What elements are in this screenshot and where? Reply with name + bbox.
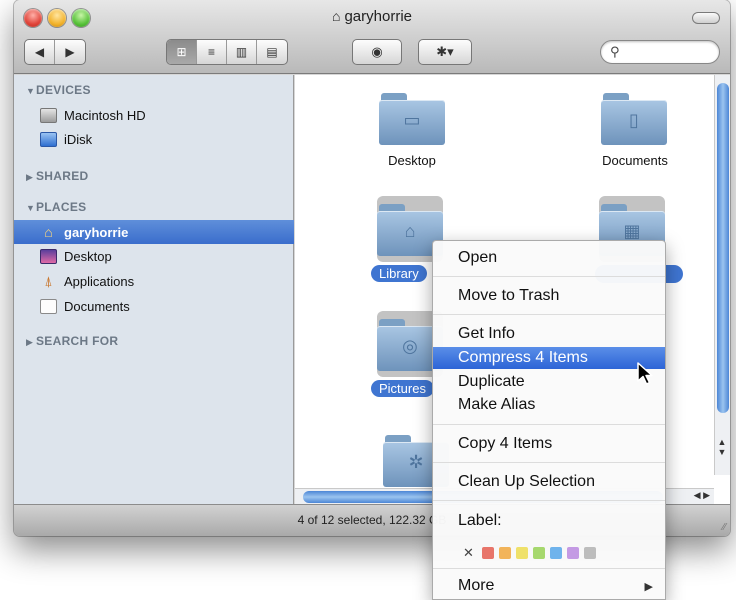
menu-item-open[interactable]: Open	[433, 247, 665, 269]
window-title: ⌂ garyhorrie	[14, 8, 730, 25]
title-bar[interactable]: ⌂ garyhorrie ◀ ▶ ⊞ ≡ ▥ ▤ ◉ ✱▾ ⚲	[14, 0, 730, 74]
context-menu: Open Move to Trash Get Info Compress 4 I…	[432, 240, 666, 600]
submenu-arrow-icon: ▶	[644, 580, 653, 593]
search-icon: ⚲	[610, 44, 620, 59]
menu-separator	[433, 568, 665, 569]
menu-label-heading: Label:	[458, 512, 502, 529]
quick-look-button[interactable]: ◉	[352, 39, 402, 65]
menu-item-clean-up-selection[interactable]: Clean Up Selection	[433, 471, 665, 493]
label-red-swatch[interactable]	[481, 547, 494, 559]
forward-button[interactable]: ▶	[55, 40, 85, 64]
scroll-arrows[interactable]: ◀ ▶	[694, 490, 710, 501]
menu-separator	[433, 462, 665, 463]
sidebar-item-macintosh-hd[interactable]: Macintosh HD	[14, 103, 294, 127]
label-orange-swatch[interactable]	[498, 547, 511, 559]
view-mode-control[interactable]: ⊞ ≡ ▥ ▤	[166, 39, 288, 65]
desktop-folder-icon[interactable]: ▭	[379, 93, 445, 145]
sidebar-header-devices[interactable]: ▼DEVICES	[26, 83, 91, 97]
resize-grip-icon[interactable]: ⁄⁄	[723, 522, 726, 533]
mouse-pointer-icon	[637, 362, 653, 385]
sidebar-header-places[interactable]: ▼PLACES	[26, 200, 86, 214]
sidebar-item-garyhorrie[interactable]: ⌂ garyhorrie	[14, 220, 294, 244]
gear-icon: ✱▾	[436, 44, 454, 59]
menu-separator	[433, 314, 665, 315]
action-menu-button[interactable]: ✱▾	[418, 39, 472, 65]
window-title-text: garyhorrie	[344, 8, 412, 25]
scroll-arrows[interactable]: ▲ ▼	[714, 437, 730, 457]
cover-flow-button[interactable]: ▤	[257, 40, 287, 64]
no-label-icon[interactable]: ✕	[463, 545, 474, 561]
sidebar-item-desktop[interactable]: Desktop	[14, 244, 294, 268]
menu-separator	[433, 500, 665, 501]
menu-separator	[433, 276, 665, 277]
menu-separator	[433, 424, 665, 425]
idisk-icon	[40, 131, 57, 147]
menu-item-more[interactable]: More ▶	[433, 575, 665, 597]
home-icon: ⌂	[332, 8, 341, 24]
list-view-button[interactable]: ≡	[197, 40, 227, 64]
back-button[interactable]: ◀	[25, 40, 55, 64]
toolbar-toggle-button[interactable]	[692, 12, 720, 24]
menu-item-move-to-trash[interactable]: Move to Trash	[433, 285, 665, 307]
sidebar-item-applications[interactable]: ⍋ Applications	[14, 269, 294, 293]
desktop-icon	[40, 248, 57, 264]
sidebar-header-search-for[interactable]: ▶ SEARCH FOR	[26, 334, 118, 348]
icon-view-button[interactable]: ⊞	[167, 40, 197, 64]
home-icon: ⌂	[44, 224, 53, 240]
sidebar-header-shared[interactable]: ▶ SHARED	[26, 169, 88, 183]
vertical-scrollbar[interactable]: ▲ ▼	[714, 75, 730, 475]
label-gray-swatch[interactable]	[583, 547, 596, 559]
column-view-button[interactable]: ▥	[227, 40, 257, 64]
label-green-swatch[interactable]	[532, 547, 545, 559]
vertical-scroll-thumb[interactable]	[717, 83, 729, 413]
file-label-library[interactable]: Library	[371, 265, 427, 282]
label-purple-swatch[interactable]	[566, 547, 579, 559]
menu-item-make-alias[interactable]: Make Alias	[433, 394, 665, 416]
sidebar: ▼DEVICES Macintosh HD iDisk ▶ SHARED ▼PLA…	[14, 75, 294, 504]
back-forward-control[interactable]: ◀ ▶	[24, 39, 86, 65]
file-label-desktop[interactable]: Desktop	[375, 153, 449, 168]
search-field[interactable]: ⚲	[600, 40, 720, 64]
file-label-pictures[interactable]: Pictures	[371, 380, 434, 397]
documents-folder-icon[interactable]: ▯	[601, 93, 667, 145]
menu-item-compress[interactable]: Compress 4 Items	[433, 347, 665, 369]
sidebar-item-idisk[interactable]: iDisk	[14, 127, 294, 151]
label-yellow-swatch[interactable]	[515, 547, 528, 559]
sidebar-item-documents[interactable]: Documents	[14, 294, 294, 318]
label-color-picker: ✕	[463, 545, 601, 561]
menu-item-duplicate[interactable]: Duplicate	[433, 371, 665, 393]
menu-item-get-info[interactable]: Get Info	[433, 323, 665, 345]
eye-icon: ◉	[371, 44, 383, 59]
file-label-documents[interactable]: Documents	[589, 153, 681, 168]
document-icon	[40, 298, 57, 314]
menu-item-copy[interactable]: Copy 4 Items	[433, 433, 665, 455]
label-blue-swatch[interactable]	[549, 547, 562, 559]
applications-icon: ⍋	[44, 272, 53, 289]
hard-drive-icon	[40, 107, 57, 123]
